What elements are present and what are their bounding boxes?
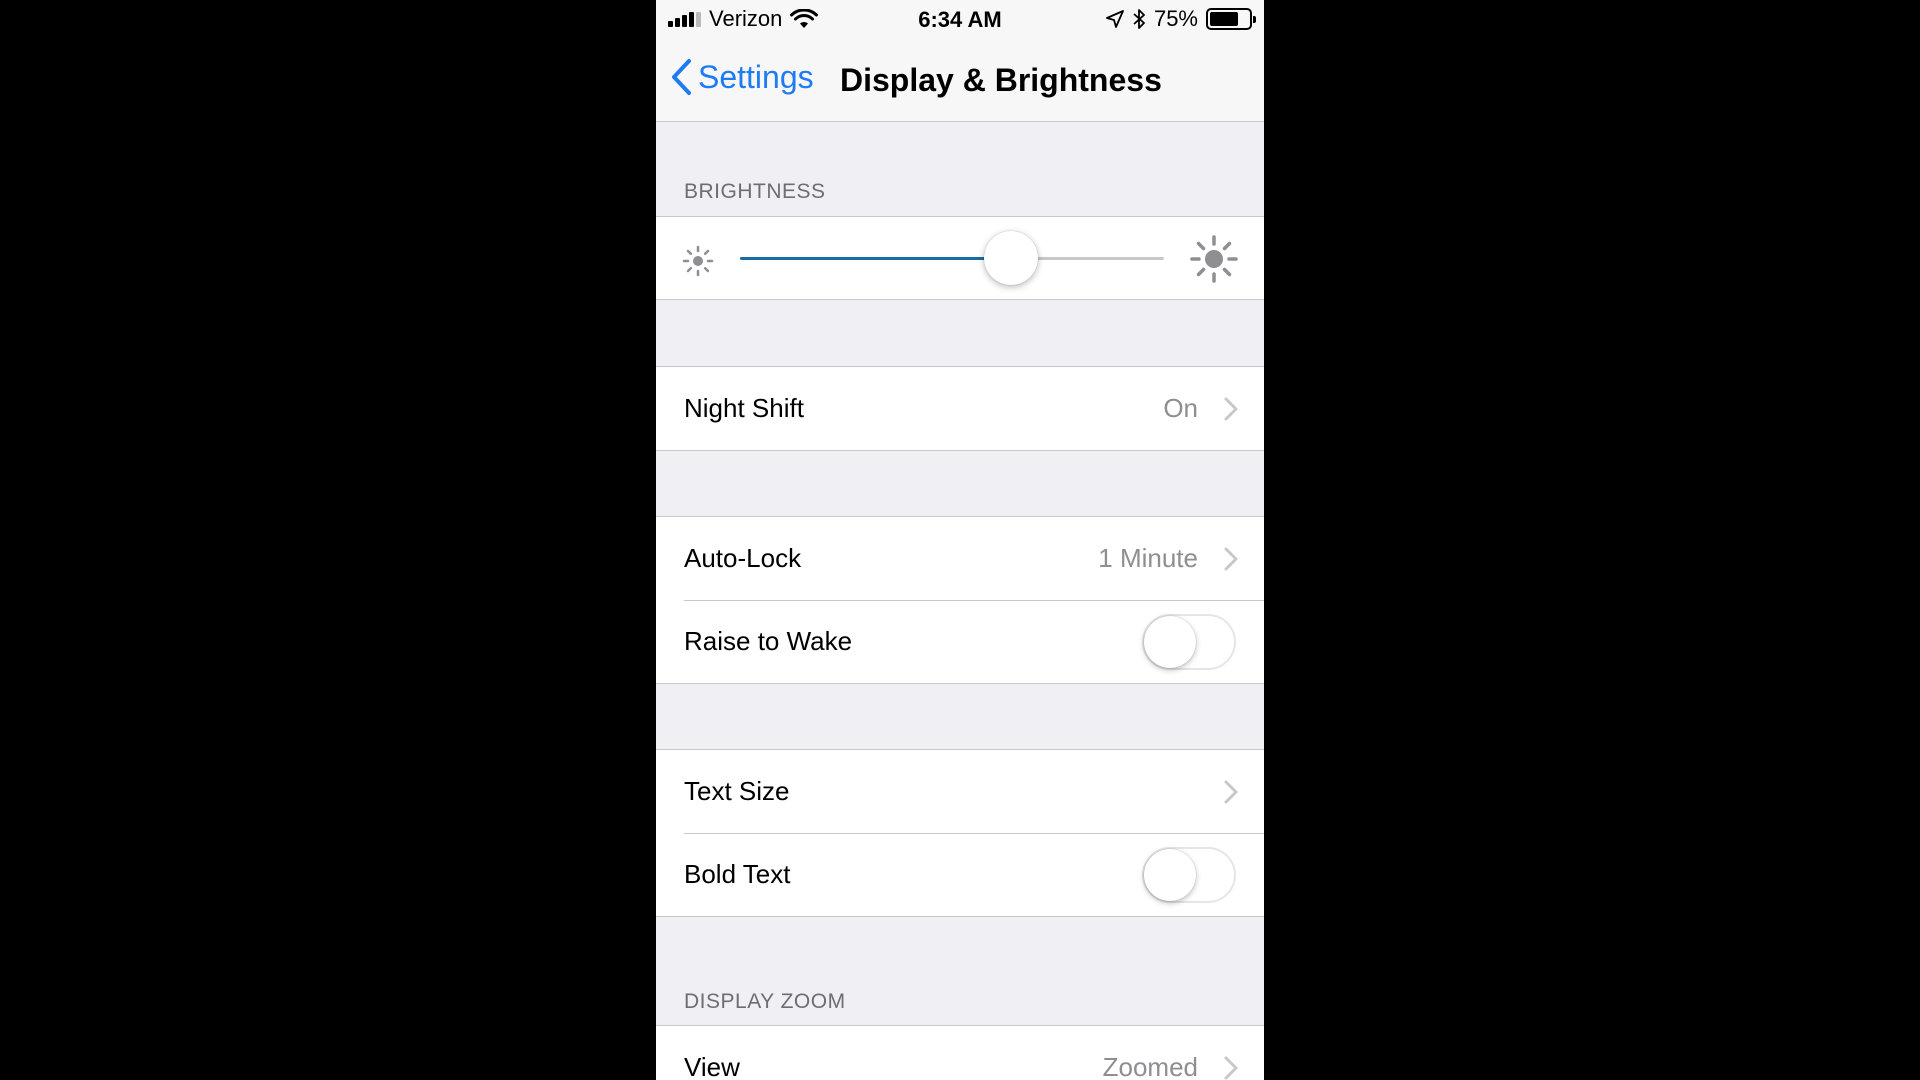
raise-to-wake-label: Raise to Wake bbox=[684, 626, 853, 656]
auto-lock-value: 1 Minute bbox=[1098, 543, 1198, 573]
brightness-high-icon bbox=[1190, 235, 1238, 283]
battery-percent: 75% bbox=[1153, 6, 1198, 31]
page-title: Display & Brightness bbox=[840, 62, 1162, 98]
location-icon bbox=[1106, 10, 1124, 28]
brightness-header: BRIGHTNESS bbox=[684, 180, 826, 203]
view-row[interactable]: View Zoomed bbox=[656, 1026, 1264, 1080]
brightness-slider-thumb[interactable] bbox=[984, 231, 1039, 285]
text-group: Text Size Bold Text bbox=[656, 749, 1264, 917]
view-value: Zoomed bbox=[1102, 1052, 1198, 1080]
brightness-slider-fill bbox=[740, 257, 1012, 260]
navigation-bar: Settings Display & Brightness bbox=[656, 40, 1264, 122]
raise-to-wake-toggle[interactable] bbox=[1142, 614, 1236, 670]
bold-text-toggle[interactable] bbox=[1142, 847, 1236, 903]
brightness-group bbox=[656, 216, 1264, 300]
bold-text-label: Bold Text bbox=[684, 859, 791, 889]
auto-lock-row[interactable]: Auto-Lock 1 Minute bbox=[656, 517, 1264, 600]
night-shift-value: On bbox=[1163, 393, 1198, 423]
back-button[interactable]: Settings bbox=[670, 58, 814, 96]
toggle-knob bbox=[1144, 616, 1196, 668]
back-label: Settings bbox=[698, 58, 814, 95]
display-zoom-group: View Zoomed bbox=[656, 1025, 1264, 1080]
chevron-left-icon bbox=[672, 59, 691, 95]
battery-icon bbox=[1206, 8, 1256, 30]
chevron-right-icon bbox=[1224, 1056, 1238, 1080]
lock-group: Auto-Lock 1 Minute Raise to Wake bbox=[656, 516, 1264, 684]
chevron-right-icon bbox=[1224, 397, 1238, 421]
status-bar: Verizon 6:34 AM 75% bbox=[656, 0, 1264, 40]
phone-screen: Verizon 6:34 AM 75% Settings Display & B… bbox=[656, 0, 1264, 1080]
raise-to-wake-row: Raise to Wake bbox=[656, 600, 1264, 683]
view-label: View bbox=[684, 1052, 740, 1080]
display-zoom-header: DISPLAY ZOOM bbox=[684, 990, 846, 1013]
bluetooth-icon bbox=[1133, 9, 1145, 29]
night-shift-group: Night Shift On bbox=[656, 366, 1264, 451]
brightness-low-icon bbox=[682, 245, 714, 277]
auto-lock-label: Auto-Lock bbox=[684, 543, 802, 573]
chevron-right-icon bbox=[1224, 547, 1238, 571]
text-size-label: Text Size bbox=[684, 776, 790, 806]
bold-text-row: Bold Text bbox=[656, 833, 1264, 916]
toggle-knob bbox=[1144, 849, 1196, 901]
brightness-slider[interactable] bbox=[740, 231, 1164, 285]
text-size-row[interactable]: Text Size bbox=[656, 750, 1264, 833]
night-shift-row[interactable]: Night Shift On bbox=[656, 367, 1264, 450]
night-shift-label: Night Shift bbox=[684, 393, 804, 423]
chevron-right-icon bbox=[1224, 780, 1238, 804]
status-right: 75% bbox=[1106, 6, 1256, 32]
brightness-slider-row bbox=[656, 217, 1264, 299]
